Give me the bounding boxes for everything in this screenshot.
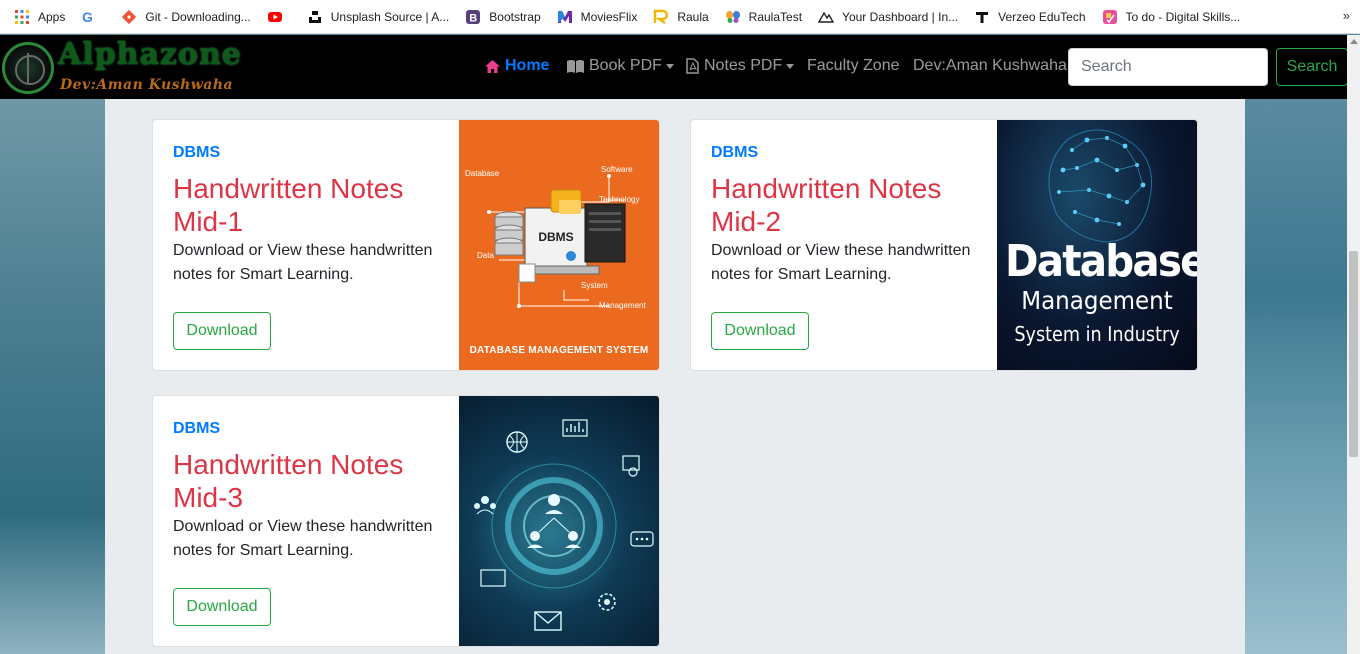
home-icon: [484, 59, 501, 74]
dbms-illustration-image[interactable]: DBMS Database Software Technology Data S…: [459, 120, 659, 370]
bookmark-todo[interactable]: To do - Digital Skills...: [1102, 9, 1241, 25]
bookmark-label: Your Dashboard | In...: [842, 9, 959, 24]
bookmark-google[interactable]: G: [81, 9, 105, 25]
background-image-left: [0, 99, 105, 654]
nav-book-pdf[interactable]: Book PDF: [566, 57, 674, 75]
scroll-up-arrow-icon[interactable]: [1350, 39, 1358, 44]
digital-network-image[interactable]: [459, 396, 659, 646]
bookmark-label: To do - Digital Skills...: [1125, 9, 1241, 24]
card-title: Handwritten Notes Mid-2: [711, 173, 942, 237]
bookmark-moviesflix[interactable]: MoviesFlix: [557, 9, 638, 25]
dbms-center-label: DBMS: [538, 230, 573, 244]
verzeo-icon: [974, 9, 990, 25]
nav-faculty-zone[interactable]: Faculty Zone: [807, 57, 899, 75]
label-technology: Technology: [599, 195, 639, 204]
bookmark-label: Apps: [38, 9, 66, 24]
label-database: Database: [465, 169, 500, 178]
background-image-right: [1245, 99, 1347, 654]
navbar: Alphazone Dev:Aman Kushwaha Home Book PD…: [0, 35, 1348, 99]
nav-book-pdf-label: Book PDF: [589, 57, 662, 74]
bookmark-bootstrap[interactable]: B Bootstrap: [465, 9, 541, 25]
card-description: Download or View these handwritten notes…: [173, 242, 433, 283]
unsplash-icon: [307, 9, 323, 25]
nav-dev-label: Dev:Aman Kushwaha: [913, 57, 1067, 74]
search-input[interactable]: [1068, 48, 1268, 86]
file-pdf-icon: [686, 58, 699, 74]
card-title: Handwritten Notes Mid-3: [173, 449, 404, 513]
book-icon: [566, 59, 585, 74]
nav-notes-pdf-label: Notes PDF: [704, 57, 783, 74]
card-category: DBMS: [711, 144, 759, 161]
butterfly-icon: [725, 9, 741, 25]
bookmark-raula[interactable]: Raula: [653, 9, 709, 25]
download-button[interactable]: Download: [173, 588, 271, 626]
nav-home[interactable]: Home: [484, 57, 549, 75]
chevron-down-icon: [665, 63, 674, 69]
chevron-down-icon: [786, 63, 795, 69]
notes-card: DBMS Handwritten Notes Mid-3 Download or…: [152, 395, 660, 647]
card-category: DBMS: [173, 144, 221, 161]
brand-name: Alphazone: [58, 37, 242, 72]
moviesflix-icon: [557, 9, 573, 25]
notes-card: DBMS Handwritten Notes Mid-1 Download or…: [152, 119, 660, 371]
label-software: Software: [601, 165, 633, 174]
git-icon: [121, 9, 137, 25]
image-heading: Database: [1005, 236, 1197, 287]
bookmark-label: Bootstrap: [489, 9, 541, 24]
notes-card: DBMS Handwritten Notes Mid-2 Download or…: [690, 119, 1198, 371]
label-management: Management: [599, 301, 646, 310]
youtube-icon: [267, 9, 283, 25]
bookmark-git[interactable]: Git - Downloading...: [121, 9, 251, 25]
bookmark-apps[interactable]: Apps: [14, 9, 65, 25]
image-caption: System in Industry: [1014, 322, 1180, 346]
card-title: Handwritten Notes Mid-1: [173, 173, 404, 237]
todo-icon: [1102, 9, 1118, 25]
dashboard-icon: [817, 9, 835, 25]
image-footer-text: DATABASE MANAGEMENT SYSTEM: [469, 345, 649, 356]
bookmark-unsplash[interactable]: Unsplash Source | A...: [307, 9, 450, 25]
image-subheading: Management: [1021, 286, 1173, 315]
bookmark-youtube[interactable]: [267, 9, 291, 25]
nav-notes-pdf[interactable]: Notes PDF: [686, 57, 795, 75]
bookmark-label: MoviesFlix: [580, 9, 638, 24]
label-system: System: [581, 281, 608, 290]
database-management-image[interactable]: Database Management System in Industry: [997, 120, 1197, 370]
main-content: DBMS Handwritten Notes Mid-1 Download or…: [105, 99, 1245, 654]
bookmarks-more-button[interactable]: »: [1343, 8, 1350, 23]
bookmarks-bar: Apps G Git - Downloading... Unsplash Sou…: [0, 0, 1360, 34]
nav-faculty-label: Faculty Zone: [807, 57, 900, 74]
bookmark-label: Verzeo EduTech: [998, 9, 1086, 24]
bookmark-label: Git - Downloading...: [145, 9, 251, 24]
globe-icon: [2, 42, 54, 94]
brand-sub: Dev:Aman Kushwaha: [60, 77, 234, 93]
svg-text:G: G: [82, 9, 93, 25]
google-icon: G: [81, 9, 97, 25]
download-button[interactable]: Download: [711, 312, 809, 350]
card-category: DBMS: [173, 420, 221, 437]
card-description: Download or View these handwritten notes…: [173, 518, 433, 559]
scroll-thumb[interactable]: [1349, 251, 1358, 457]
card-description: Download or View these handwritten notes…: [711, 242, 971, 283]
bookmark-dashboard[interactable]: Your Dashboard | In...: [817, 9, 959, 25]
apps-grid-icon: [14, 9, 30, 25]
bookmark-raulatest[interactable]: RaulaTest: [725, 9, 802, 25]
scrollbar[interactable]: [1347, 35, 1360, 654]
nav-dev[interactable]: Dev:Aman Kushwaha: [913, 57, 1067, 75]
label-data: Data: [477, 251, 494, 260]
bookmark-label: Unsplash Source | A...: [330, 9, 450, 24]
brand-logo[interactable]: Alphazone Dev:Aman Kushwaha: [2, 37, 272, 95]
bootstrap-icon: B: [465, 9, 481, 25]
bookmark-label: RaulaTest: [748, 9, 803, 24]
bookmark-label: Raula: [677, 9, 709, 24]
download-button[interactable]: Download: [173, 312, 271, 350]
nav-home-label: Home: [505, 57, 550, 74]
search-button[interactable]: Search: [1276, 48, 1348, 86]
svg-text:B: B: [470, 12, 478, 24]
raula-icon: [653, 9, 669, 25]
bookmark-verzeo[interactable]: Verzeo EduTech: [974, 9, 1086, 25]
